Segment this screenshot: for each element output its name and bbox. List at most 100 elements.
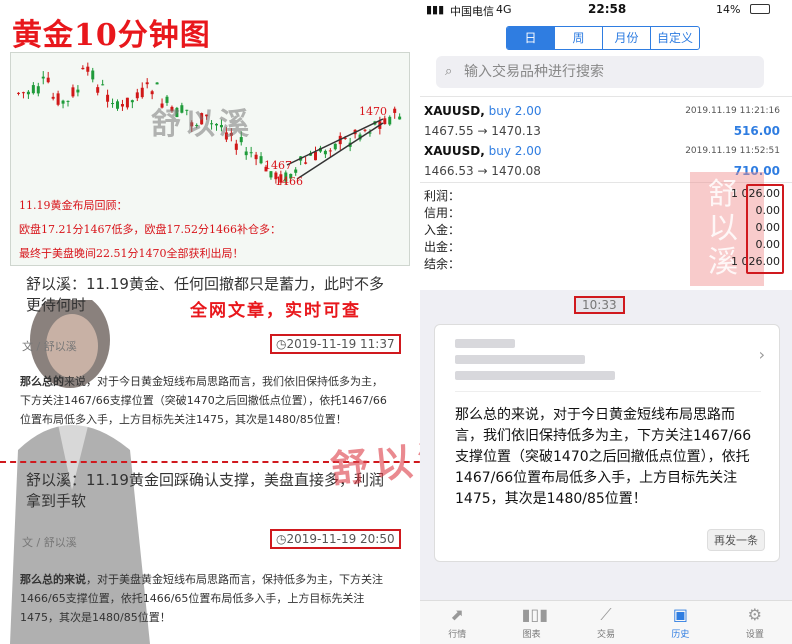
trade-history-screen: ▮▮▮ 中国电信 4G 22:58 14% 日 周 月份 自定义 ⌕ 输入交易品… [420,0,792,290]
status-bar: ▮▮▮ 中国电信 4G 22:58 14% [420,0,792,20]
message-text: 那么总的来说，对于今日黄金短线布局思路而言，我们依旧保持低多为主，下方关注146… [455,407,752,507]
tab-label: 历史 [671,630,690,640]
candle-body [125,97,129,108]
label-1466: 1466 [275,175,303,188]
search-icon: ⌕ [445,64,453,79]
signal-icon: ▮▮▮ [426,3,445,16]
trade-date: 2019.11.19 11:52:51 [685,146,780,156]
trade-date: 2019.11.19 11:21:16 [685,106,780,116]
inbox-icon: ▣ [672,605,688,624]
left-panel: 黄金10分钟图 1470 1467 1466 舒以溪 11.19黄金布局回顾： … [0,0,415,644]
tab-chart[interactable]: ▮▯▮ 图表 [494,601,568,644]
segment-month[interactable]: 月份 [603,27,651,49]
candle-body [333,143,337,150]
battery-icon [750,4,770,14]
candle-body [101,84,105,86]
post1-body-text: 来说，对于今日黄金短线布局思路而言，我们依旧保持低多为主，下方关注1467/66… [20,375,387,426]
label-1467: 1467 [264,159,292,172]
candle-body [71,87,75,97]
slogan: 全网文章，实时可查 [190,301,361,321]
post2-author: 文 / 舒以溪 [22,536,77,549]
label-1470: 1470 [359,105,387,118]
candle-body [51,96,55,99]
candle-body [249,152,253,154]
candle-body [393,108,397,113]
tab-label: 图表 [522,630,541,640]
tab-quotes[interactable]: ⬈ 行情 [420,601,494,644]
chart-note-2: 欧盘17.21分1467低多，欧盘17.52分1466补仓多： [19,223,281,236]
candle-body [81,67,85,70]
search-input[interactable]: ⌕ 输入交易品种进行搜索 [436,56,764,88]
divider [420,96,792,97]
trend-arrow-icon: ⬈ [450,605,464,624]
candle-body [116,101,119,109]
candle-body [155,82,159,85]
clock: 22:58 [588,2,627,16]
message-card[interactable]: › 那么总的来说，对于今日黄金短线布局思路而言，我们依旧保持低多为主，下方关注1… [434,324,780,562]
trade-line-icon: ⟋ [600,605,612,624]
tab-history[interactable]: ▣ 历史 [643,601,717,644]
trade-prices: 1466.53 → 1470.08 [424,164,541,178]
candle-body [254,154,258,160]
trade-row[interactable]: XAUUSD, buy 2.00 2019.11.19 11:21:16 146… [424,104,780,144]
candle-body [140,87,144,98]
network: 4G [496,3,512,16]
trade-profit: 516.00 [733,124,780,138]
candle-body [130,100,134,103]
search-placeholder: 输入交易品种进行搜索 [464,64,604,80]
candle-body [398,116,402,120]
chart-note-1: 11.19黄金布局回顾： [19,199,128,212]
summary-label: 信用： [424,206,461,220]
summary-label: 出金： [424,240,461,254]
blurred-text [455,339,515,348]
bottom-tab-bar: ⬈ 行情 ▮▯▮ 图表 ⟋ 交易 ▣ 历史 ⚙ 设置 [420,600,792,644]
segment-week[interactable]: 周 [555,27,603,49]
summary-row-withdraw: 出金： 0.00 [424,238,780,255]
candlestick-icon: ▮▯▮ [521,605,549,624]
tab-settings[interactable]: ⚙ 设置 [718,601,792,644]
summary-row-balance: 结余： 1 026.00 [424,255,780,272]
trade-symbol: XAUUSD, [424,104,485,118]
trade-side: buy 2.00 [488,144,542,158]
chevron-right-icon[interactable]: › [759,345,765,364]
candle-body [17,92,20,94]
candle-body [323,150,327,155]
candle-body [26,91,30,95]
candle-body [363,129,367,131]
tab-trade[interactable]: ⟋ 交易 [569,601,643,644]
chart-heading: 黄金10分钟图 [12,18,211,53]
post1-date: ◷2019-11-19 11:37 [270,334,401,354]
chart-watermark: 舒以溪 [151,107,253,142]
candle-body [96,87,100,93]
candle-body [269,171,273,178]
blurred-text [455,371,615,380]
trend-arrow [296,122,384,180]
summary-highlight-box [746,184,784,274]
candle-body [234,143,238,150]
candle-body [150,91,154,95]
candle-body [383,118,387,125]
tab-label: 行情 [448,630,467,640]
chat-screen: 10:33 › 那么总的来说，对于今日黄金短线布局思路而言，我们依旧保持低多为主… [420,290,792,644]
candle-body [304,162,308,164]
candle-body [91,70,95,80]
candle-body [259,156,263,164]
candle-body [56,93,60,105]
tab-label: 设置 [745,630,764,640]
candle-body [328,150,332,152]
summary-row-deposit: 入金： 0.00 [424,221,780,238]
candle-body [294,169,298,173]
candle-body [61,100,65,104]
candle-body [21,92,25,94]
message-time: 10:33 [574,296,625,314]
segment-custom[interactable]: 自定义 [651,27,699,49]
candle-body [86,66,90,72]
gear-icon: ⚙ [747,605,762,624]
tab-label: 交易 [597,630,616,640]
trade-side: buy 2.00 [488,104,542,118]
candle-body [135,92,139,99]
send-again-button[interactable]: 再发一条 [707,529,765,551]
summary-label: 利润： [424,189,461,203]
segment-day[interactable]: 日 [507,27,555,49]
candle-body [46,77,50,83]
